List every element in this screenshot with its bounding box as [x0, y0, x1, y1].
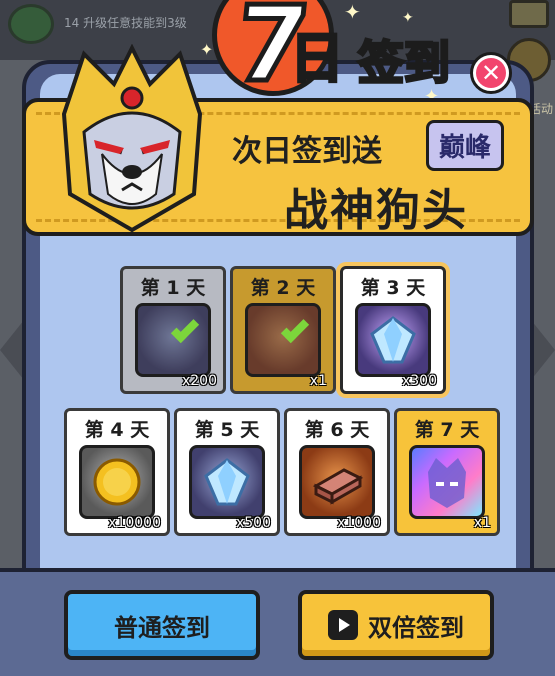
- reward-card-day-7[interactable]: 第 7 天 x1: [394, 408, 500, 536]
- background-right-arrow-icon: [531, 320, 555, 380]
- brick-icon: [299, 445, 375, 519]
- reward-quantity: x300: [401, 373, 437, 389]
- reward-day-label: 第 7 天: [414, 419, 480, 441]
- reward-day-label: 第 5 天: [194, 419, 260, 441]
- reward-day-label: 第 4 天: [84, 419, 150, 441]
- sparkle-icon: ✦: [344, 0, 361, 24]
- reward-day-label: 第 3 天: [360, 277, 426, 299]
- banner-reward-name: 战神狗头: [284, 185, 468, 236]
- normal-checkin-button[interactable]: 普通签到: [64, 590, 260, 660]
- sparkle-icon: ✦: [402, 10, 414, 26]
- reward-day-label: 第 2 天: [250, 277, 316, 299]
- reward-day-label: 第 1 天: [140, 277, 206, 299]
- dog-head-icon: [245, 303, 321, 377]
- title-day-char: 日: [289, 27, 346, 90]
- reward-card-day-4[interactable]: 第 4 天 x10000: [64, 408, 170, 536]
- reward-day-label: 第 6 天: [304, 419, 370, 441]
- reward-card-day-5[interactable]: 第 5 天 x500: [174, 408, 280, 536]
- background-quest-text: 14 升级任意技能到3级: [64, 16, 187, 30]
- reward-card-day-1[interactable]: 第 1 天 x200: [120, 266, 226, 394]
- reward-quantity: x1000: [337, 515, 381, 531]
- reward-quantity: x200: [181, 373, 217, 389]
- double-checkin-button[interactable]: 双倍签到: [298, 590, 494, 660]
- background-left-arrow-icon: [0, 320, 24, 380]
- gem-icon: [355, 303, 431, 377]
- normal-checkin-label: 普通签到: [114, 613, 210, 642]
- title-checkin-text: 签到: [357, 36, 452, 90]
- gem-icon: [189, 445, 265, 519]
- reward-quantity: x500: [235, 515, 271, 531]
- gem-icon: [135, 303, 211, 377]
- reward-card-day-2[interactable]: 第 2 天 x1: [230, 266, 336, 394]
- background-coin-icon: [8, 4, 54, 44]
- video-play-icon: [328, 610, 358, 640]
- reward-card-day-3[interactable]: 第 3 天 x300: [340, 266, 446, 394]
- reward-quantity: x1: [309, 373, 327, 389]
- background-menu-icon: [509, 0, 549, 28]
- gold-coin-icon: [79, 445, 155, 519]
- dog-head-icon: [409, 445, 485, 519]
- double-checkin-label: 双倍签到: [368, 613, 464, 642]
- reward-quantity: x1: [473, 515, 491, 531]
- close-icon: ✕: [476, 58, 506, 88]
- banner-next-day-text: 次日签到送: [232, 134, 382, 169]
- reward-card-day-6[interactable]: 第 6 天 x1000: [284, 408, 390, 536]
- war-god-dog-head-icon: [61, 44, 203, 232]
- reward-quantity: x10000: [108, 515, 161, 531]
- close-button[interactable]: ✕: [470, 52, 512, 94]
- peak-tag: 巅峰: [426, 120, 505, 171]
